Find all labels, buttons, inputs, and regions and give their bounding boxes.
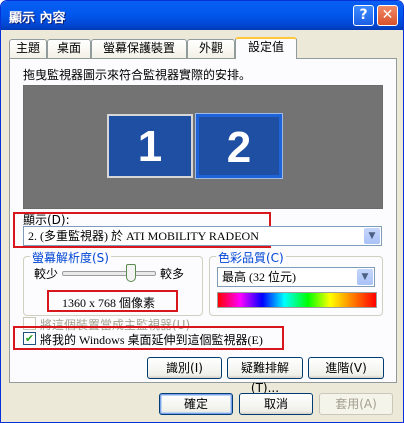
instruction-text: 拖曳監視器圖示來符合監視器實際的安排。 <box>23 68 252 82</box>
color-spectrum-bar <box>217 292 377 308</box>
window-title: 顯示 內容 <box>9 11 66 26</box>
resolution-legend: 螢幕解析度(S) <box>30 249 111 266</box>
ok-button[interactable]: 確定 <box>159 393 233 415</box>
checkmark-icon: ✔ <box>24 332 35 345</box>
monitor-arrangement-area[interactable]: 1 2 <box>23 85 383 209</box>
close-icon: ✕ <box>381 7 394 23</box>
color-quality-value: 最高 (32 位元) <box>222 270 296 284</box>
troubleshoot-button[interactable]: 疑難排解(T)... <box>227 357 303 395</box>
help-button[interactable]: ? <box>353 5 374 26</box>
display-select[interactable]: 2. (多重監視器) 於 ATI MOBILITY RADEON ▼ <box>23 226 382 246</box>
resolution-slider-thumb[interactable] <box>126 264 136 282</box>
help-icon: ? <box>359 7 368 23</box>
color-quality-select[interactable]: 最高 (32 位元) ▼ <box>217 267 375 287</box>
resolution-slider-track[interactable] <box>62 271 156 276</box>
identify-button[interactable]: 識別(I) <box>147 357 222 379</box>
close-button[interactable]: ✕ <box>377 5 398 26</box>
tab-settings[interactable]: 設定值 <box>235 37 297 59</box>
monitor-1-icon[interactable]: 1 <box>107 114 193 178</box>
chevron-down-icon[interactable]: ▼ <box>364 228 380 244</box>
tab-desktop[interactable]: 桌面 <box>47 39 91 58</box>
resolution-less-label: 較少 <box>34 267 59 281</box>
display-properties-window: 顯示 內容 ? ✕ 主題 桌面 螢幕保護裝置 外觀 設定值 拖曳監視器圖示來符合… <box>0 0 404 423</box>
settings-panel: 拖曳監視器圖示來符合監視器實際的安排。 1 2 顯示(D): 2. (多重監視器… <box>9 58 397 395</box>
tab-themes[interactable]: 主題 <box>9 39 47 58</box>
apply-button[interactable]: 套用(A) <box>319 393 393 415</box>
chevron-down-icon[interactable]: ▼ <box>357 269 373 285</box>
extend-desktop-label: 將我的 Windows 桌面延伸到這個監視器(E) <box>40 333 263 347</box>
extend-desktop-checkbox[interactable]: ✔ <box>23 332 36 345</box>
tab-screensaver[interactable]: 螢幕保護裝置 <box>91 39 187 58</box>
display-select-value: 2. (多重監視器) 於 ATI MOBILITY RADEON <box>28 229 259 243</box>
tab-appearance[interactable]: 外觀 <box>187 39 235 58</box>
resolution-value: 1360 x 768 個像素 <box>62 296 156 310</box>
title-bar[interactable]: 顯示 內容 ? ✕ <box>1 1 403 30</box>
advanced-button[interactable]: 進階(V) <box>308 357 384 379</box>
tab-strip: 主題 桌面 螢幕保護裝置 外觀 設定值 <box>9 37 399 59</box>
monitor-2-icon[interactable]: 2 <box>195 113 283 179</box>
resolution-more-label: 較多 <box>160 267 185 281</box>
cancel-button[interactable]: 取消 <box>239 393 313 415</box>
color-quality-legend: 色彩品質(C) <box>216 249 286 266</box>
